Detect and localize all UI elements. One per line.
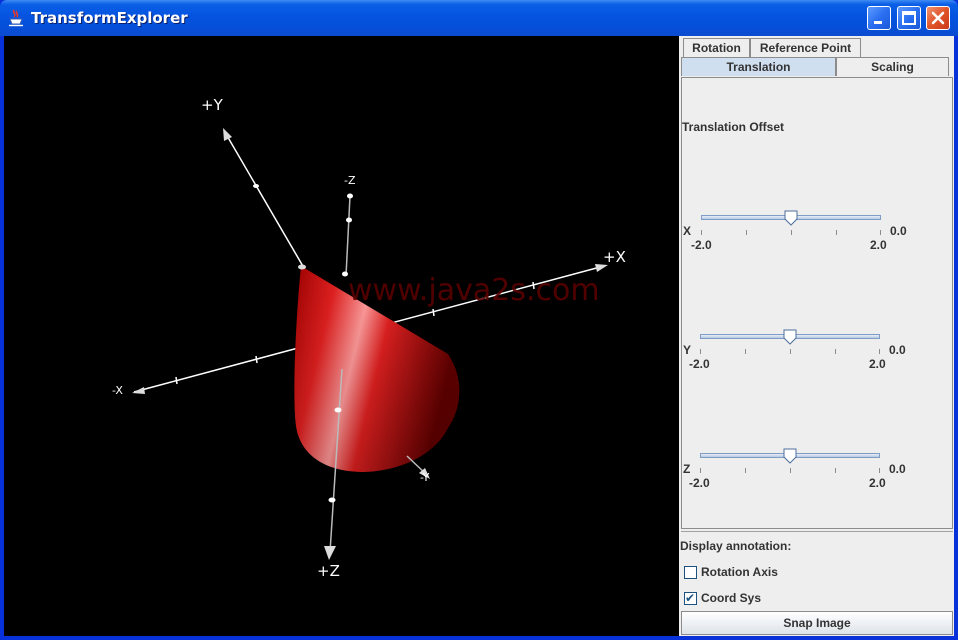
y-slider-thumb[interactable] — [783, 329, 797, 345]
translation-offset-heading: Translation Offset — [682, 120, 785, 134]
close-button[interactable] — [926, 6, 950, 30]
maximize-button[interactable] — [897, 6, 921, 30]
snap-image-button[interactable]: Snap Image — [681, 611, 953, 635]
tab-translation[interactable]: Translation — [681, 57, 836, 76]
translation-tab-content: Translation Offset X 0.0 -2.0 2.0 Y 0.0 … — [681, 77, 953, 529]
scene-graphic: www.java2s.com — [132, 128, 608, 560]
coord-sys-checkbox[interactable]: ✔ — [684, 591, 697, 605]
y-value: 0.0 — [889, 343, 906, 357]
watermark: www.java2s.com — [348, 273, 600, 308]
title-bar[interactable]: TransformExplorer — [0, 0, 958, 36]
x-axis-label: X — [683, 224, 692, 238]
window-title: TransformExplorer — [31, 9, 188, 27]
java-cup-icon — [9, 9, 23, 27]
y-max-label: 2.0 — [869, 357, 886, 371]
y-axis-arrow — [223, 128, 232, 141]
application-window: TransformExplorer www.java2s.com +Y -Z +… — [0, 0, 958, 640]
plus-x-label: +X — [603, 248, 626, 266]
minimize-button[interactable] — [867, 6, 891, 30]
maximize-icon — [902, 11, 916, 25]
z-axis-label: Z — [683, 462, 691, 476]
x-slider-thumb[interactable] — [784, 210, 798, 226]
minus-z-axis-line — [345, 195, 351, 277]
y-axis-line — [225, 133, 305, 269]
control-panel: Rotation Reference Point Translation Sca… — [679, 36, 954, 636]
y-axis-label: Y — [683, 343, 692, 357]
minus-x-label: -X — [112, 384, 123, 397]
rotation-axis-label[interactable]: Rotation Axis — [701, 565, 778, 579]
plus-y-label: +Y — [201, 96, 223, 114]
tab-scaling[interactable]: Scaling — [836, 57, 949, 76]
checkmark-icon: ✔ — [685, 591, 696, 605]
minimize-icon — [874, 21, 882, 24]
z-min-label: -2.0 — [689, 476, 710, 490]
3d-canvas[interactable]: www.java2s.com +Y -Z +X -X -Y +Z — [4, 36, 679, 636]
minus-y-label: -Y — [420, 471, 430, 484]
minus-z-label: -Z — [344, 174, 356, 187]
z-value: 0.0 — [889, 462, 906, 476]
plus-z-axis-arrow — [324, 546, 336, 560]
y-min-label: -2.0 — [689, 357, 710, 371]
close-icon — [931, 11, 945, 25]
x-value: 0.0 — [890, 224, 907, 238]
plus-z-label: +Z — [317, 562, 340, 580]
divider — [681, 531, 953, 532]
minus-x-arrow — [132, 387, 145, 394]
x-max-label: 2.0 — [870, 238, 887, 252]
tab-reference-point[interactable]: Reference Point — [750, 38, 861, 57]
coord-sys-label[interactable]: Coord Sys — [701, 591, 761, 605]
z-max-label: 2.0 — [869, 476, 886, 490]
z-slider-thumb[interactable] — [783, 448, 797, 464]
tab-rotation[interactable]: Rotation — [683, 38, 750, 57]
x-min-label: -2.0 — [691, 238, 712, 252]
rotation-axis-checkbox[interactable] — [684, 566, 697, 579]
display-annotation-heading: Display annotation: — [680, 539, 792, 553]
